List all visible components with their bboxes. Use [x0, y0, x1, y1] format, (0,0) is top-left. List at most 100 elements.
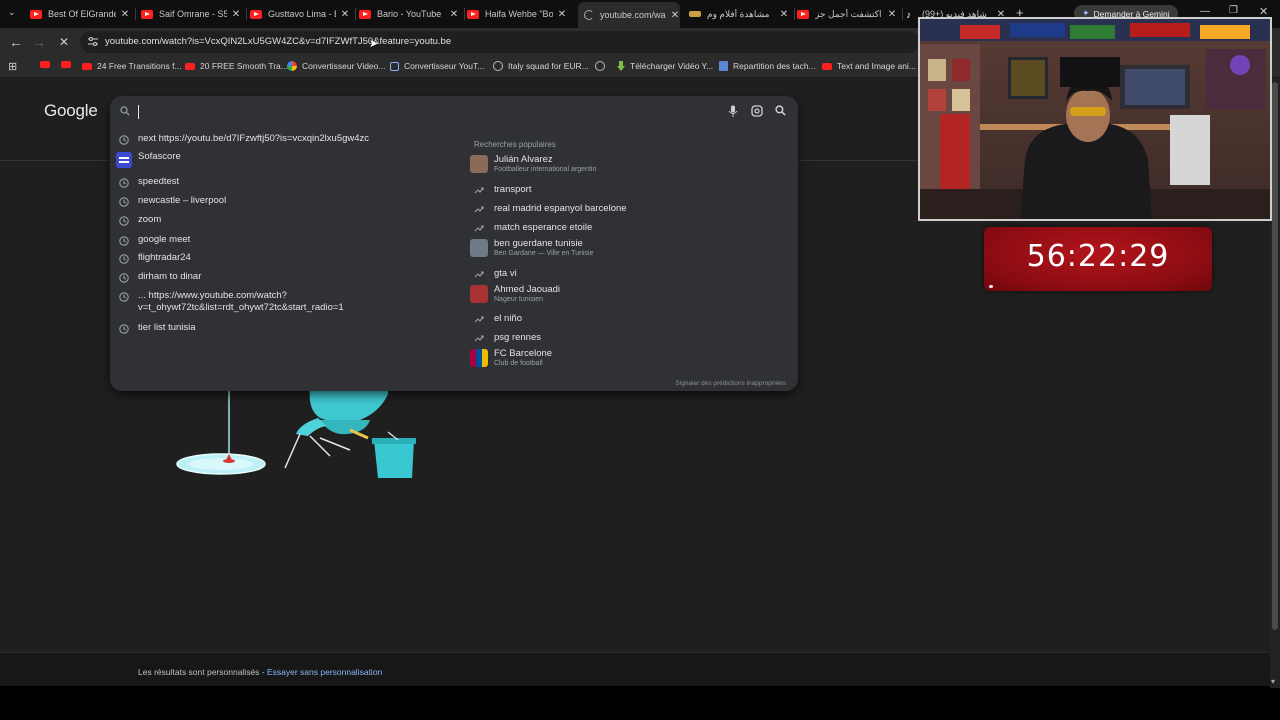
browser-tab[interactable]: Saif Omrane - S5 ✕: [141, 4, 241, 24]
tab-title: youtube.com/wa: [600, 10, 666, 20]
bookmark-item[interactable]: 24 Free Transitions f...: [82, 61, 182, 71]
popular-search-subtitle: Footballeur international argentin: [494, 166, 597, 173]
suggestion-text: Sofascore: [138, 151, 181, 162]
popular-search-item[interactable]: Ahmed Jaouadi Nageur tunisien: [470, 284, 560, 303]
bookmark-item[interactable]: Télécharger Vidéo Y...: [617, 61, 713, 71]
popular-search-item[interactable]: real madrid espanyol barcelone: [470, 203, 627, 214]
sofascore-icon: [116, 152, 132, 168]
tab-title: Saif Omrane - S5: [159, 9, 227, 19]
popular-search-item[interactable]: FC Barcelone Club de football: [470, 348, 552, 367]
city-thumb: [470, 238, 488, 257]
bottom-bar: [0, 686, 1280, 720]
history-icon: [119, 254, 129, 264]
search-suggestion[interactable]: dirham to dinar: [118, 271, 201, 284]
recycle-icon: [390, 61, 399, 71]
address-bar[interactable]: youtube.com/watch?is=VcxQIN2LxU5GW4ZC&v=…: [80, 31, 920, 53]
popular-search-text: ben guerdane tunisie: [494, 238, 583, 249]
popular-search-item[interactable]: transport: [470, 184, 532, 195]
browser-tab[interactable]: مشاهدة أفلام وم ✕: [689, 4, 789, 24]
close-tab-icon[interactable]: ✕: [887, 9, 897, 20]
site-settings-icon[interactable]: [88, 37, 98, 46]
report-predictions-link[interactable]: Signaler des prédictions inappropriées: [675, 380, 786, 387]
bookmark-item[interactable]: Italy squad for EUR...: [493, 61, 589, 71]
bookmark-label: Convertisseur YouT...: [404, 61, 485, 71]
google-logo[interactable]: Google: [44, 101, 98, 121]
search-suggestion[interactable]: Sofascore: [116, 151, 181, 168]
popular-search-item[interactable]: psg rennes: [470, 332, 541, 343]
dinosaur-fishing-illustration: [176, 390, 416, 478]
mouse-cursor-icon: ➤: [369, 38, 379, 50]
tab-search-chevron-icon[interactable]: ⌄: [8, 7, 16, 18]
bookmark-item[interactable]: 20 FREE Smooth Tra...: [185, 61, 288, 71]
try-without-personalization-link[interactable]: Essayer sans personnalisation: [267, 667, 382, 677]
tab-separator: [464, 8, 465, 20]
bookmark-item[interactable]: [595, 61, 610, 71]
search-suggestion[interactable]: speedtest: [118, 176, 179, 189]
tab-title: مشاهدة أفلام وم: [707, 8, 770, 19]
scrollbar-thumb[interactable]: [1272, 82, 1278, 630]
popular-search-subtitle: Ben Gardane — Ville en Tunisie: [494, 250, 594, 257]
popular-search-text: transport: [494, 184, 532, 195]
popular-search-item[interactable]: match esperance etoile: [470, 222, 592, 233]
browser-tab[interactable]: Haifa Wehbe "Bo ✕: [467, 4, 567, 24]
restore-icon[interactable]: ❐: [1229, 5, 1238, 16]
close-tab-icon[interactable]: ✕: [340, 9, 350, 20]
trending-icon: [474, 205, 484, 212]
search-suggestion[interactable]: newcastle – liverpool: [118, 195, 226, 208]
tab-separator: [246, 8, 247, 20]
browser-tab[interactable]: Bario - YouTube ✕: [359, 4, 459, 24]
popular-search-item[interactable]: Julián Alvarez Footballeur international …: [470, 154, 596, 173]
search-dropdown: next https://youtu.be/d7IFzwftj50?is=vcx…: [110, 96, 798, 391]
search-suggestion[interactable]: zoom: [118, 214, 161, 227]
close-tab-icon[interactable]: ✕: [449, 9, 459, 20]
google-icon: [287, 61, 297, 71]
search-suggestion[interactable]: tier list tunisia: [118, 322, 196, 335]
youtube-icon: [359, 9, 371, 19]
search-submit-icon[interactable]: [775, 105, 786, 116]
suggestion-text: dirham to dinar: [138, 271, 202, 282]
suggestion-text: google meet: [138, 234, 191, 245]
globe-icon: [595, 61, 605, 71]
close-tab-icon[interactable]: ✕: [557, 9, 567, 20]
google-lens-icon[interactable]: [751, 105, 763, 117]
bookmark-item[interactable]: Repartition des tach...: [719, 61, 816, 71]
back-arrow-icon[interactable]: ←: [8, 34, 24, 50]
bookmark-item[interactable]: Convertisseur YouT...: [390, 61, 484, 71]
bookmark-item[interactable]: Text and Image ani...: [822, 61, 916, 71]
browser-tab[interactable]: Gusttavo Lima - E ✕: [250, 4, 350, 24]
club-thumb: [470, 348, 488, 367]
search-suggestion[interactable]: flightradar24: [118, 252, 191, 265]
close-tab-icon[interactable]: ✕: [779, 9, 789, 20]
search-input[interactable]: [136, 102, 716, 122]
suggestion-text: ... https://www.youtube.com/watch? v=t_o…: [138, 290, 344, 313]
close-tab-icon[interactable]: ✕: [120, 9, 130, 20]
minimize-icon[interactable]: —: [1200, 6, 1210, 17]
youtube-icon: [61, 61, 71, 68]
scroll-down-arrow-icon[interactable]: ▾: [1271, 677, 1275, 686]
browser-tab[interactable]: Best Of ElGrande ✕: [30, 4, 130, 24]
close-tab-icon[interactable]: ✕: [231, 9, 241, 20]
forward-arrow-icon[interactable]: →: [31, 34, 47, 50]
popular-search-item[interactable]: ben guerdane tunisie Ben Gardane — Ville …: [470, 238, 594, 257]
bookmark-item[interactable]: Convertisseur Video...: [287, 61, 385, 71]
popular-search-item[interactable]: gta vi: [470, 268, 517, 279]
popular-search-item[interactable]: el niño: [470, 313, 522, 324]
youtube-icon: [250, 9, 262, 19]
tab-title: Bario - YouTube: [377, 9, 442, 19]
stop-loading-icon[interactable]: ✕: [56, 34, 72, 50]
trending-icon: [474, 224, 484, 231]
browser-tab[interactable]: youtube.com/wa ✕: [578, 2, 680, 28]
bookmark-item[interactable]: [61, 61, 76, 68]
microphone-icon[interactable]: [728, 105, 738, 117]
tab-separator: [794, 8, 795, 20]
bookmark-item[interactable]: [40, 61, 55, 68]
browser-tab[interactable]: اكتشفت أجمل جز ✕: [797, 4, 897, 24]
popular-search-text: real madrid espanyol barcelone: [494, 203, 627, 214]
search-suggestion[interactable]: next https://youtu.be/d7IFzwftj50?is=vcx…: [118, 133, 369, 146]
search-suggestion[interactable]: google meet: [118, 234, 190, 247]
search-suggestion[interactable]: ... https://www.youtube.com/watch? v=t_o…: [118, 290, 344, 314]
tab-separator: [902, 8, 903, 20]
youtube-icon: [797, 9, 809, 19]
apps-grid-icon[interactable]: ⊞: [8, 60, 17, 73]
close-tab-icon[interactable]: ✕: [670, 10, 680, 21]
